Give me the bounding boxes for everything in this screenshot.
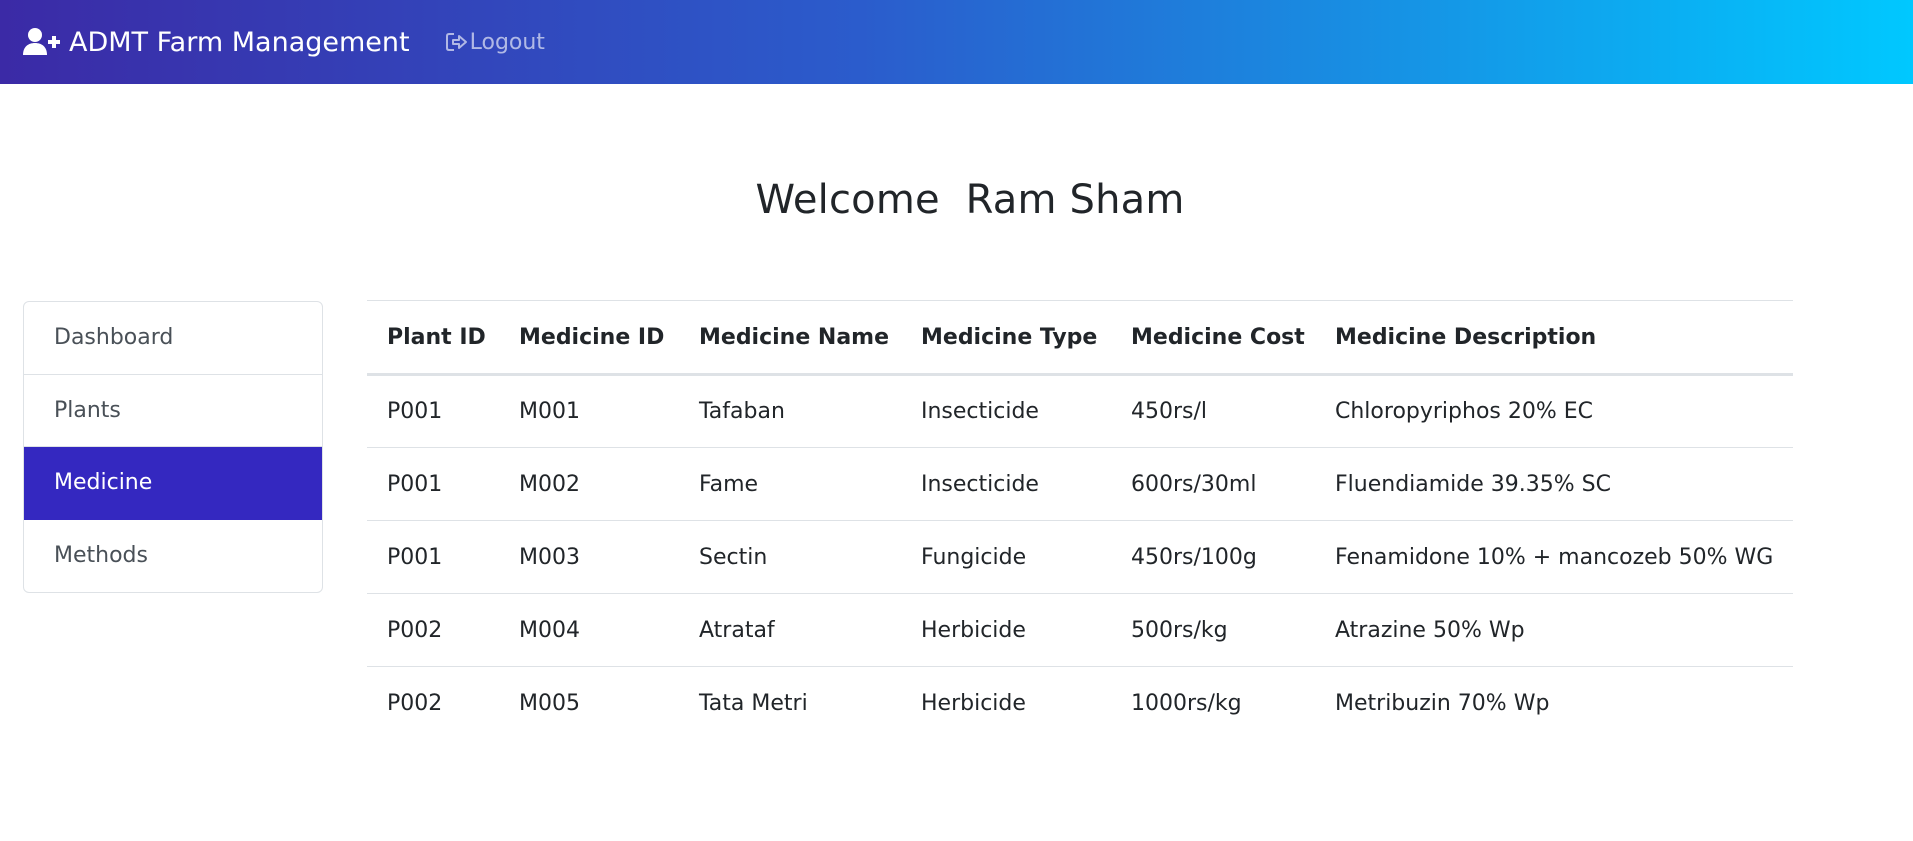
table-row: P001 M001 Tafaban Insecticide 450rs/l Ch… (367, 374, 1793, 448)
table-row: P002 M005 Tata Metri Herbicide 1000rs/kg… (367, 667, 1793, 740)
user-plus-icon (23, 27, 60, 57)
table-row: P001 M003 Sectin Fungicide 450rs/100g Fe… (367, 520, 1793, 594)
sidebar-menu: Dashboard Plants Medicine Methods (23, 301, 323, 593)
brand-link[interactable]: ADMT Farm Management (23, 27, 410, 58)
cell-medicine-type: Fungicide (901, 520, 1111, 594)
cell-medicine-description: Atrazine 50% Wp (1315, 593, 1793, 667)
cell-medicine-id: M002 (499, 447, 679, 521)
cell-plant-id: P001 (367, 447, 499, 521)
sidebar-item-dashboard[interactable]: Dashboard (24, 302, 322, 375)
cell-plant-id: P002 (387, 690, 443, 716)
column-header-medicine-type: Medicine Type (901, 300, 1111, 376)
column-header-medicine-id: Medicine ID (499, 300, 679, 376)
sidebar-item-medicine[interactable]: Medicine (24, 447, 322, 520)
logout-link[interactable]: Logout (445, 29, 545, 55)
cell-medicine-id: M003 (499, 520, 679, 594)
sidebar-item-plants[interactable]: Plants (24, 375, 322, 447)
cell-medicine-cost: 450rs/l (1111, 374, 1315, 448)
cell-medicine-cost: 500rs/kg (1111, 593, 1315, 667)
brand-label: ADMT Farm Management (69, 26, 410, 58)
cell-medicine-id: M004 (499, 593, 679, 667)
medicine-table-container: Plant ID Medicine ID Medicine Name Medic… (367, 300, 1793, 740)
cell-medicine-name: Atrataf (679, 593, 901, 667)
welcome-heading: Welcome Ram Sham (755, 176, 1185, 223)
table-header: Plant ID Medicine ID Medicine Name Medic… (367, 300, 1793, 376)
cell-medicine-type: Herbicide (921, 690, 1026, 716)
cell-medicine-id: M001 (499, 374, 679, 448)
cell-medicine-type: Insecticide (901, 374, 1111, 448)
column-header-plant-id: Plant ID (367, 300, 499, 376)
cell-plant-id: P001 (367, 520, 499, 594)
table-row: P002 M004 Atrataf Herbicide 500rs/kg Atr… (367, 593, 1793, 667)
header-row: Plant ID Medicine ID Medicine Name Medic… (367, 300, 1793, 376)
medicine-table: Plant ID Medicine ID Medicine Name Medic… (367, 300, 1793, 740)
cell-plant-id: P001 (367, 374, 499, 448)
cell-medicine-description: Fenamidone 10% + mancozeb 50% WG (1315, 520, 1793, 594)
cell-medicine-description: Metribuzin 70% Wp (1335, 690, 1550, 716)
cell-medicine-description: Chloropyriphos 20% EC (1315, 374, 1793, 448)
table-body: P001 M001 Tafaban Insecticide 450rs/l Ch… (367, 374, 1793, 740)
cell-medicine-type: Herbicide (901, 593, 1111, 667)
column-header-medicine-cost: Medicine Cost (1111, 300, 1315, 376)
cell-plant-id: P002 (367, 593, 499, 667)
cell-medicine-cost: 600rs/30ml (1111, 447, 1315, 521)
cell-medicine-description: Fluendiamide 39.35% SC (1315, 447, 1793, 521)
top-navbar: ADMT Farm Management Logout (0, 0, 1913, 84)
sidebar-item-methods[interactable]: Methods (24, 520, 322, 593)
column-header-medicine-description: Medicine Description (1315, 300, 1793, 376)
logout-label: Logout (469, 29, 545, 55)
cell-medicine-type: Insecticide (901, 447, 1111, 521)
cell-medicine-id: M005 (519, 690, 580, 716)
cell-medicine-name: Tata Metri (699, 690, 808, 716)
cell-medicine-cost: 450rs/100g (1111, 520, 1315, 594)
cell-medicine-name: Sectin (679, 520, 901, 594)
cell-medicine-cost: 1000rs/kg (1131, 690, 1242, 716)
cell-medicine-name: Tafaban (679, 374, 901, 448)
cell-medicine-name: Fame (679, 447, 901, 521)
sign-out-icon (445, 32, 468, 52)
table-row: P001 M002 Fame Insecticide 600rs/30ml Fl… (367, 447, 1793, 521)
column-header-medicine-name: Medicine Name (679, 300, 901, 376)
